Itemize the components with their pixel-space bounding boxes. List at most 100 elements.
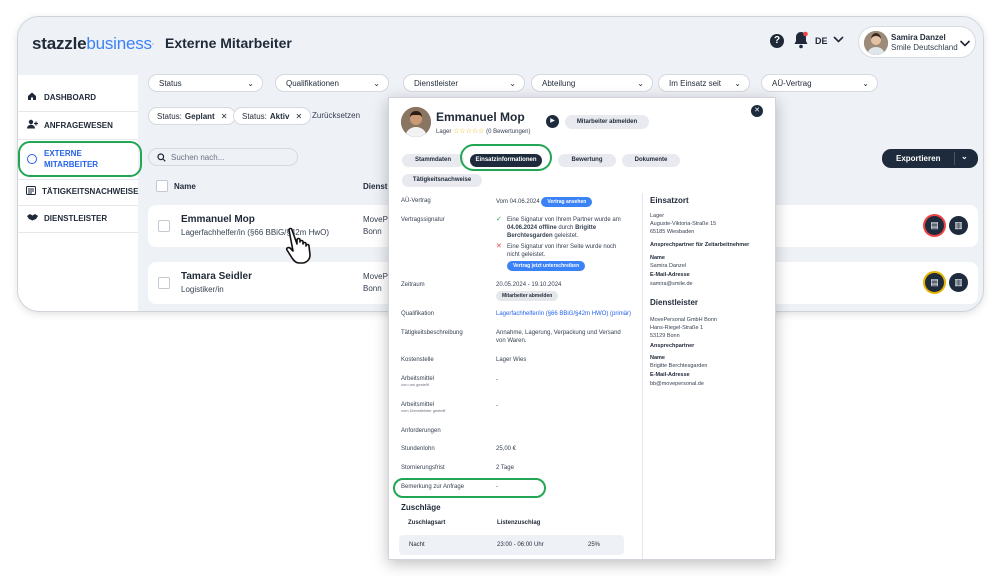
column-header-name[interactable]: Name	[174, 182, 196, 191]
sidebar-item-anfragewesen[interactable]: ANFRAGEWESEN	[18, 119, 138, 131]
export-button[interactable]: Exportieren ⌄	[882, 149, 978, 168]
tab-stammdaten[interactable]: Stammdaten	[402, 154, 464, 167]
list-icon	[26, 185, 36, 197]
chevron-down-icon[interactable]	[833, 34, 844, 45]
handshake-icon	[26, 213, 38, 223]
sidebar-item-label: MITARBEITER	[44, 160, 99, 169]
reset-filters-link[interactable]: Zurücksetzen	[312, 111, 360, 120]
filter-au-vertrag[interactable]: AÜ-Vertrag ⌄	[761, 74, 878, 92]
mitarbeiter-abmelden-button[interactable]: Mitarbeiter abmelden	[565, 115, 649, 129]
sidebar-item-dashboard[interactable]: DASHBOARD	[18, 91, 138, 103]
filter-label: Im Einsatz seit	[669, 78, 722, 88]
play-icon[interactable]: ▶	[546, 115, 559, 128]
field-label: Arbeitsmittel vom Dienstleister gestellt	[401, 402, 446, 413]
ansprechpartner-email[interactable]: samira@smile.de	[650, 280, 693, 288]
divider	[18, 205, 138, 206]
employee-detail-modal: Emmanuel Mop Lager ☆☆☆☆☆ (0 Bewertungen)…	[388, 97, 776, 560]
employee-name[interactable]: Tamara Seidler	[181, 271, 252, 282]
filter-label: Status	[159, 78, 182, 88]
dienstleister-ap-email[interactable]: bb@movepersonal.de	[650, 380, 704, 388]
field-label: Stornierungsfrist	[401, 465, 445, 471]
logo[interactable]: stazzlebusiness	[32, 34, 152, 54]
modal-employee-name: Emmanuel Mop	[436, 110, 525, 124]
chevron-down-icon: ⌄	[734, 78, 741, 88]
select-all-checkbox[interactable]	[156, 180, 168, 192]
field-value-zeitraum: 20.05.2024 - 19.10.2024 Mitarbeiter abme…	[496, 282, 562, 301]
sidebar-item-taetigkeitsnachweise[interactable]: TÄTIGKEITSNACHWEISE	[18, 185, 138, 197]
language-selector[interactable]: DE	[815, 36, 828, 46]
chevron-down-icon: ⌄	[862, 78, 869, 88]
close-icon[interactable]: ✕	[751, 105, 763, 117]
user-menu[interactable]: Samira Danzel Smile Deutschland	[858, 26, 976, 58]
rating-stars-icon: ☆☆☆☆☆	[453, 128, 485, 135]
field-value-arbeitsmittel: -	[496, 377, 498, 383]
filter-dienstleister[interactable]: Dienstleister ⌄	[403, 74, 525, 92]
close-icon[interactable]: ✕	[295, 112, 302, 121]
filter-qualifikationen[interactable]: Qualifikationen ⌄	[275, 74, 389, 92]
row-checkbox[interactable]	[158, 277, 170, 289]
vertrag-ansehen-button[interactable]: Vertrag ansehen	[541, 197, 593, 207]
field-label: E-Mail-Adresse	[650, 372, 690, 378]
bell-icon[interactable]	[793, 31, 809, 49]
sidebar-item-dienstleister[interactable]: DIENSTLEISTER	[18, 212, 138, 224]
field-label: Kostenstelle	[401, 357, 434, 363]
help-icon[interactable]: ?	[770, 34, 784, 48]
field-label: Bemerkung zur Anfrage	[401, 484, 465, 490]
search-input[interactable]: Suchen nach...	[148, 148, 298, 166]
filter-label: AÜ-Vertrag	[772, 78, 812, 88]
tab-bewertung[interactable]: Bewertung	[558, 154, 616, 167]
breadcrumb-separator: ·	[151, 36, 155, 50]
document-icon[interactable]: ▤	[925, 273, 944, 292]
tab-dokumente[interactable]: Dokumente	[622, 154, 680, 167]
divider	[18, 179, 138, 180]
sidebar-item-label: DASHBOARD	[44, 92, 96, 102]
field-label: Anforderungen	[401, 428, 441, 434]
field-label: AÜ-Vertrag	[401, 198, 431, 204]
sidebar-item-externe-mitarbeiter[interactable]: EXTERNE MITARBEITER	[44, 148, 98, 170]
dienstleister-city: 53129 Bonn	[650, 333, 680, 339]
tab-taetigkeitsnachweise[interactable]: Tätigkeitsnachweise	[402, 174, 482, 187]
user-organization: Smile Deutschland	[891, 43, 958, 52]
field-value-stundenlohn: 25,00 €	[496, 446, 517, 452]
sidebar-item-label: ANFRAGEWESEN	[44, 120, 113, 130]
field-value-arbeitsmittel-dienstleister: -	[496, 403, 498, 409]
row-checkbox[interactable]	[158, 220, 170, 232]
row-city: Bonn	[363, 284, 382, 293]
field-label: Name	[650, 355, 665, 361]
folder-icon[interactable]: ▥	[949, 273, 968, 292]
field-value-kostenstelle: Lager Wies	[496, 357, 527, 363]
field-value-taetigkeitsbeschreibung: Annahme, Lagerung, Verpackung und Versan…	[496, 330, 621, 344]
column-header: Zuschlagsart	[408, 520, 446, 526]
user-plus-icon	[26, 119, 38, 131]
mitarbeiter-abmelden-small-button[interactable]: Mitarbeiter abmelden	[496, 291, 559, 301]
field-label: Stundenlohn	[401, 446, 435, 452]
folder-icon[interactable]: ▥	[949, 216, 968, 235]
dienstleister-ap-heading: Ansprechpartner	[650, 343, 695, 349]
vertrag-unterschreiben-button[interactable]: Vertrag jetzt unterschreiben	[507, 261, 586, 271]
chevron-down-icon: ⌄	[247, 78, 254, 88]
chevron-down-icon: ⌄	[637, 78, 644, 88]
section-title-dienstleister: Dienstleister	[650, 298, 699, 307]
dienstleister-street: Hans-Riegel-Straße 1	[650, 325, 704, 331]
filter-label: Qualifikationen	[286, 78, 339, 88]
search-icon	[157, 152, 166, 162]
filter-abteilung[interactable]: Abteilung ⌄	[531, 74, 653, 92]
employee-name[interactable]: Emmanuel Mop	[181, 214, 255, 225]
filter-im-einsatz-seit[interactable]: Im Einsatz seit ⌄	[658, 74, 750, 92]
filter-status[interactable]: Status ⌄	[148, 74, 263, 92]
field-label: Arbeitsmittel von uns gestellt	[401, 376, 435, 387]
document-icon[interactable]: ▤	[925, 216, 944, 235]
chevron-down-icon[interactable]: ⌄	[961, 152, 968, 161]
field-label: E-Mail-Adresse	[650, 272, 690, 278]
dienstleister-ap-name: Brigitte Berchtesgarden	[650, 363, 708, 369]
sidebar-item-label: DIENSTLEISTER	[44, 213, 108, 223]
chevron-down-icon: ⌄	[373, 78, 380, 88]
close-icon[interactable]: ✕	[221, 112, 228, 121]
sidebar: DASHBOARD ANFRAGEWESEN EXTERNE MITARBEIT…	[18, 75, 142, 311]
field-value-qualifikation[interactable]: Lagerfachhelfer/in (§66 BBiG/§42m HWO) (…	[496, 310, 636, 318]
filter-chip-aktiv: Status: Aktiv ✕	[233, 107, 312, 125]
sidebar-item-label: TÄTIGKEITSNACHWEISE	[42, 186, 139, 196]
dienstleister-name: MovePersonal GmbH Bonn	[650, 317, 717, 323]
chevron-down-icon[interactable]	[959, 37, 971, 49]
search-placeholder: Suchen nach...	[171, 152, 225, 162]
